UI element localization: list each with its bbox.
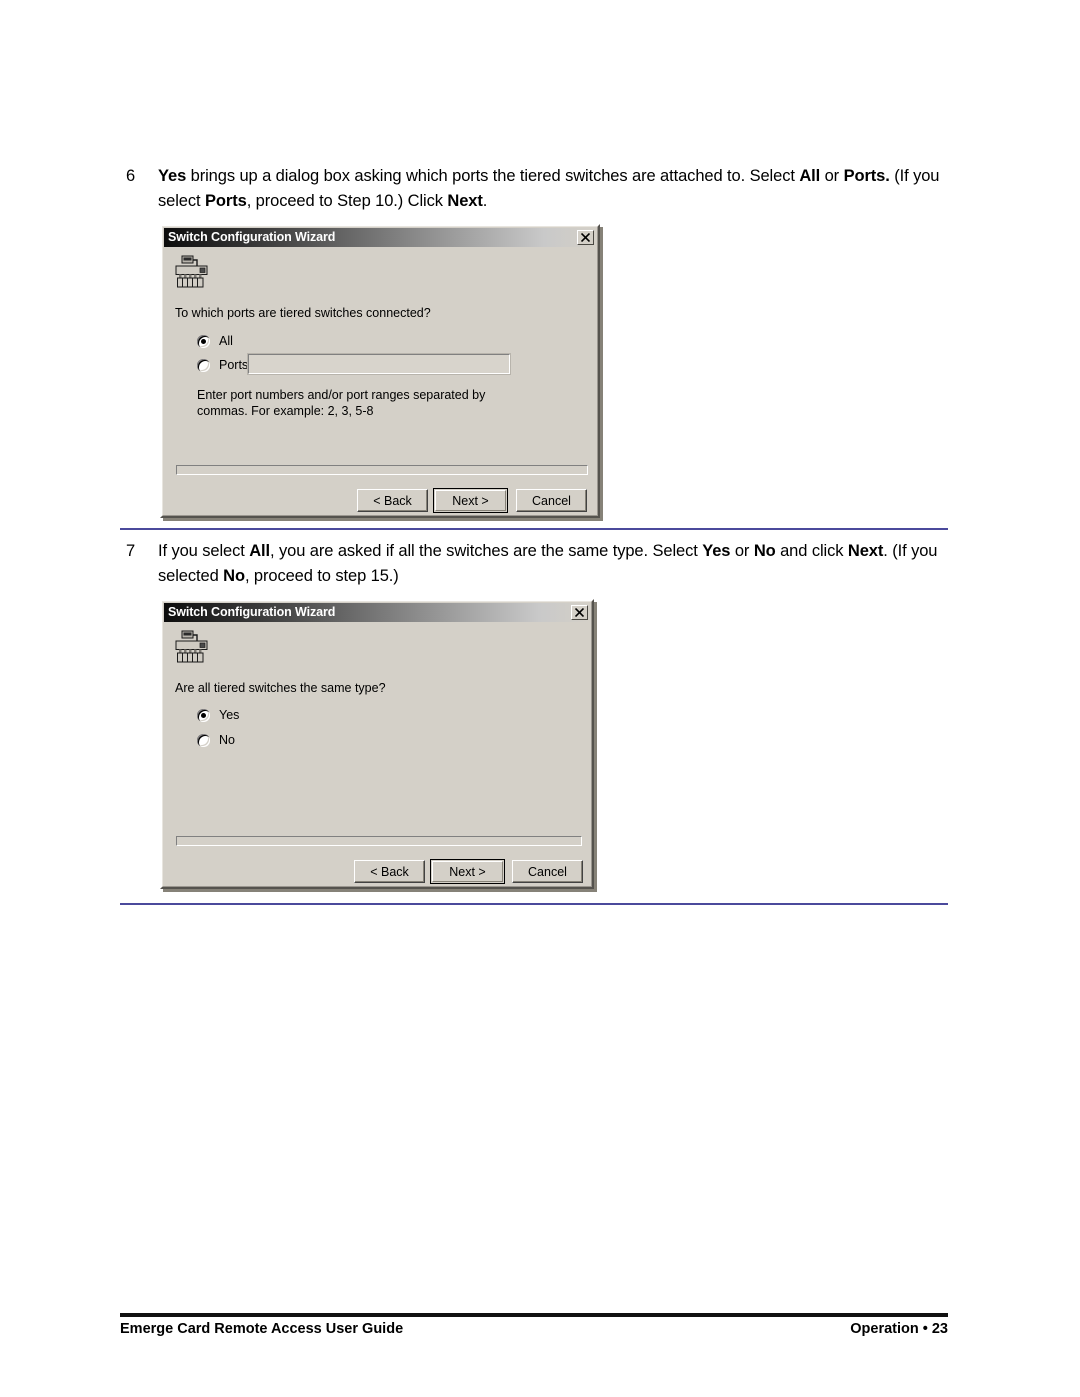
radio-indicator-ports[interactable] [197,358,210,372]
dialog-title: Switch Configuration Wizard [168,230,336,244]
step-7-number: 7 [126,542,136,560]
cancel-button-label: Cancel [528,864,567,879]
footer-page-number: Operation • 23 [850,1321,948,1337]
dialog-titlebar[interactable]: Switch Configuration Wizard [164,228,596,247]
switch-configuration-wizard-dialog-same-type[interactable]: Switch Configuration Wizard Are all tier… [160,599,594,889]
radio-indicator-all[interactable] [197,334,210,348]
radio-indicator-no[interactable] [197,733,210,747]
dialog-separator [176,836,582,846]
cancel-button[interactable]: Cancel [512,860,583,883]
switch-configuration-wizard-dialog-ports[interactable]: Switch Configuration Wizard To which por… [160,224,600,518]
radio-option-ports[interactable]: Ports: [197,358,252,372]
back-button-label: < Back [373,493,412,508]
footer-divider [120,1313,948,1317]
radio-label-all: All [219,334,233,348]
dialog-title: Switch Configuration Wizard [168,605,336,619]
ports-input-value [249,355,509,359]
next-button[interactable]: Next > [430,859,505,884]
step-7: 7 If you select All, you are asked if al… [126,539,966,589]
dialog-body: Are all tiered switches the same type? Y… [164,622,590,885]
cancel-button[interactable]: Cancel [516,489,587,512]
back-button-label: < Back [370,864,409,879]
step-6-text: Yes brings up a dialog box asking which … [158,167,940,210]
dialog-body: To which ports are tiered switches conne… [164,247,596,514]
radio-label-yes: Yes [219,708,240,722]
next-button-label: Next > [435,490,506,511]
close-icon[interactable] [577,230,594,245]
dialog-prompt: Are all tiered switches the same type? [175,681,386,695]
radio-label-ports: Ports: [219,358,252,372]
step-7-text: If you select All, you are asked if all … [158,542,938,585]
radio-option-yes[interactable]: Yes [197,708,239,722]
document-page: 6 Yes brings up a dialog box asking whic… [0,0,1080,1397]
network-switch-icon [175,630,215,664]
ports-input[interactable] [247,353,511,375]
dialog-separator [176,465,588,475]
back-button[interactable]: < Back [354,860,425,883]
radio-option-no[interactable]: No [197,733,235,747]
radio-indicator-yes[interactable] [197,708,210,722]
cancel-button-label: Cancel [532,493,571,508]
footer-title: Emerge Card Remote Access User Guide [120,1321,404,1337]
dialog-prompt: To which ports are tiered switches conne… [175,306,431,320]
dialog-titlebar[interactable]: Switch Configuration Wizard [164,603,590,622]
next-button-label: Next > [432,861,503,882]
close-icon[interactable] [571,605,588,620]
network-switch-icon [175,255,215,289]
step-6-number: 6 [126,167,136,185]
radio-option-all[interactable]: All [197,334,233,348]
next-button[interactable]: Next > [433,488,508,513]
section-divider-2 [120,903,948,905]
ports-hint-text: Enter port numbers and/or port ranges se… [197,388,486,418]
radio-label-no: No [219,733,235,747]
back-button[interactable]: < Back [357,489,428,512]
step-6: 6 Yes brings up a dialog box asking whic… [126,164,956,214]
section-divider-1 [120,528,948,530]
